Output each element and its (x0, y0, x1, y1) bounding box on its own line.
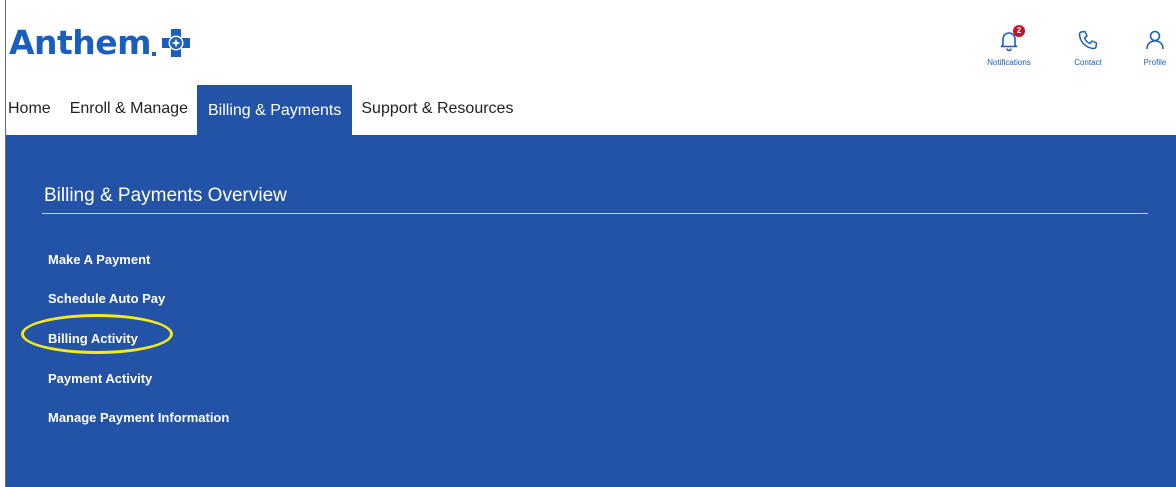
anthem-logo[interactable]: Anthem (9, 20, 192, 66)
payment-activity-link[interactable]: Payment Activity (48, 371, 152, 386)
contact-label: Contact (1074, 58, 1102, 67)
logo-dot (152, 52, 157, 56)
manage-payment-information-link[interactable]: Manage Payment Information (48, 410, 229, 425)
tab-billing-payments[interactable]: Billing & Payments (196, 85, 353, 135)
profile-label: Profile (1143, 58, 1167, 67)
schedule-auto-pay-link[interactable]: Schedule Auto Pay (48, 291, 165, 306)
panel-title[interactable]: Billing & Payments Overview (44, 185, 287, 207)
main-nav: Home Enroll & Manage Billing & Payments … (6, 85, 522, 135)
contact-button[interactable]: Contact (1062, 28, 1114, 67)
person-icon (1146, 30, 1164, 50)
profile-button[interactable]: Profile (1134, 28, 1176, 67)
phone-icon (1078, 30, 1098, 50)
blue-cross-shield-icon (162, 29, 191, 57)
make-a-payment-link[interactable]: Make A Payment (48, 252, 150, 267)
tab-home[interactable]: Home (6, 85, 61, 135)
logo-wordmark: Anthem (9, 23, 152, 62)
notifications-button[interactable]: 2 Notifications (975, 25, 1043, 67)
tab-support-resources[interactable]: Support & Resources (352, 85, 522, 135)
tab-enroll-manage[interactable]: Enroll & Manage (61, 85, 197, 135)
panel-divider (42, 213, 1148, 214)
notifications-label: Notifications (987, 58, 1031, 67)
billing-activity-link[interactable]: Billing Activity (48, 331, 138, 346)
billing-payments-menu-panel: Billing & Payments Overview Make A Payme… (6, 135, 1176, 487)
notification-count-badge: 2 (1013, 25, 1025, 37)
